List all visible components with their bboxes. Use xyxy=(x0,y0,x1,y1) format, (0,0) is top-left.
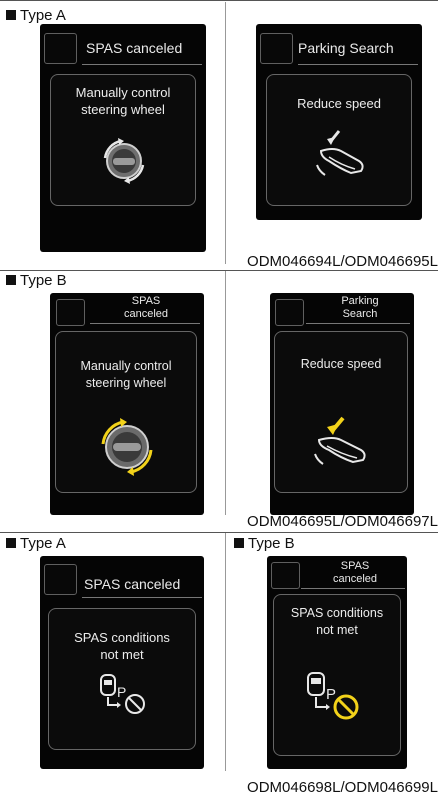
steering-wheel-icon xyxy=(103,138,145,184)
parking-letter: P xyxy=(326,686,336,703)
figure-code-2: ODM046695L/ODM046697L xyxy=(247,513,438,530)
section-3-rule xyxy=(0,532,438,533)
car-parking-prohibited-icon: P xyxy=(100,674,145,714)
brake-pedal-icon xyxy=(314,416,366,465)
title-underline xyxy=(90,323,200,324)
message-line-2: steering wheel xyxy=(81,102,165,117)
screen-title-line-1: SPAS xyxy=(340,560,370,572)
message-line-2: not met xyxy=(316,623,358,637)
brake-pedal-icon xyxy=(316,130,364,176)
status-icon-box xyxy=(260,33,293,64)
message-panel: SPAS conditions not met P xyxy=(273,594,401,756)
screen-title: SPAS canceled xyxy=(86,40,183,56)
section-3-label-right: Type B xyxy=(234,535,295,553)
message-line-1: Manually control xyxy=(80,359,172,373)
section-2-label: Type B xyxy=(6,272,67,290)
screen-parking-search-a: Parking Search Reduce speed xyxy=(256,24,422,220)
section-1-label: Type A xyxy=(6,7,66,25)
figure-code-3: ODM046698L/ODM046699L xyxy=(247,779,438,796)
title-underline xyxy=(306,323,410,324)
section-2-rule xyxy=(0,270,438,271)
status-icon-box xyxy=(271,562,300,589)
screen-parking-search-b: Parking Search Reduce speed xyxy=(270,293,414,515)
section-1-divider xyxy=(225,2,226,264)
screen-spas-conditions-a: SPAS canceled SPAS conditions not met P xyxy=(40,556,204,769)
message-line-1: SPAS conditions xyxy=(290,606,384,620)
section-3-divider xyxy=(225,533,226,771)
screen-title-line-1: Parking xyxy=(341,295,379,307)
screen-spas-canceled-b: SPAS canceled Manually control steering … xyxy=(50,293,204,515)
steering-wheel-icon xyxy=(101,418,153,476)
screen-title-line-2: canceled xyxy=(332,573,378,585)
message-panel: Reduce speed xyxy=(274,331,408,493)
message-panel: Manually control steering wheel xyxy=(55,331,197,493)
message-line-1: SPAS conditions xyxy=(74,630,170,645)
screen-title-line-2: canceled xyxy=(123,308,169,320)
figure-code-1: ODM046694L/ODM046695L xyxy=(247,253,438,270)
car-parking-prohibited-icon: P xyxy=(307,672,359,720)
top-rule xyxy=(0,0,438,1)
screen-spas-conditions-b: SPAS canceled SPAS conditions not met P xyxy=(267,556,407,769)
status-icon-box xyxy=(44,564,77,595)
status-icon-box xyxy=(56,299,85,326)
message-line-2: not met xyxy=(100,647,144,662)
status-icon-box xyxy=(275,299,304,326)
screen-spas-canceled-a: SPAS canceled Manually control steering … xyxy=(40,24,206,252)
screen-title-line-1: SPAS xyxy=(131,295,161,307)
title-underline xyxy=(298,64,418,65)
message-line-2: steering wheel xyxy=(85,376,167,390)
message-line-1: Reduce speed xyxy=(297,96,381,111)
section-2-divider xyxy=(225,271,226,515)
title-underline xyxy=(301,588,405,589)
screen-title: Parking Search xyxy=(298,40,394,56)
message-line-1: Reduce speed xyxy=(300,357,382,371)
section-3-label-left: Type A xyxy=(6,535,66,553)
screen-title: SPAS canceled xyxy=(84,576,181,592)
screen-title-line-2: Search xyxy=(342,308,378,320)
message-panel: Reduce speed xyxy=(266,74,412,206)
title-underline xyxy=(82,597,202,598)
status-icon-box xyxy=(44,33,77,64)
parking-letter: P xyxy=(117,684,126,700)
title-underline xyxy=(82,64,202,65)
message-line-1: Manually control xyxy=(75,85,171,100)
message-panel: SPAS conditions not met P xyxy=(48,608,196,750)
message-panel: Manually control steering wheel xyxy=(50,74,196,206)
